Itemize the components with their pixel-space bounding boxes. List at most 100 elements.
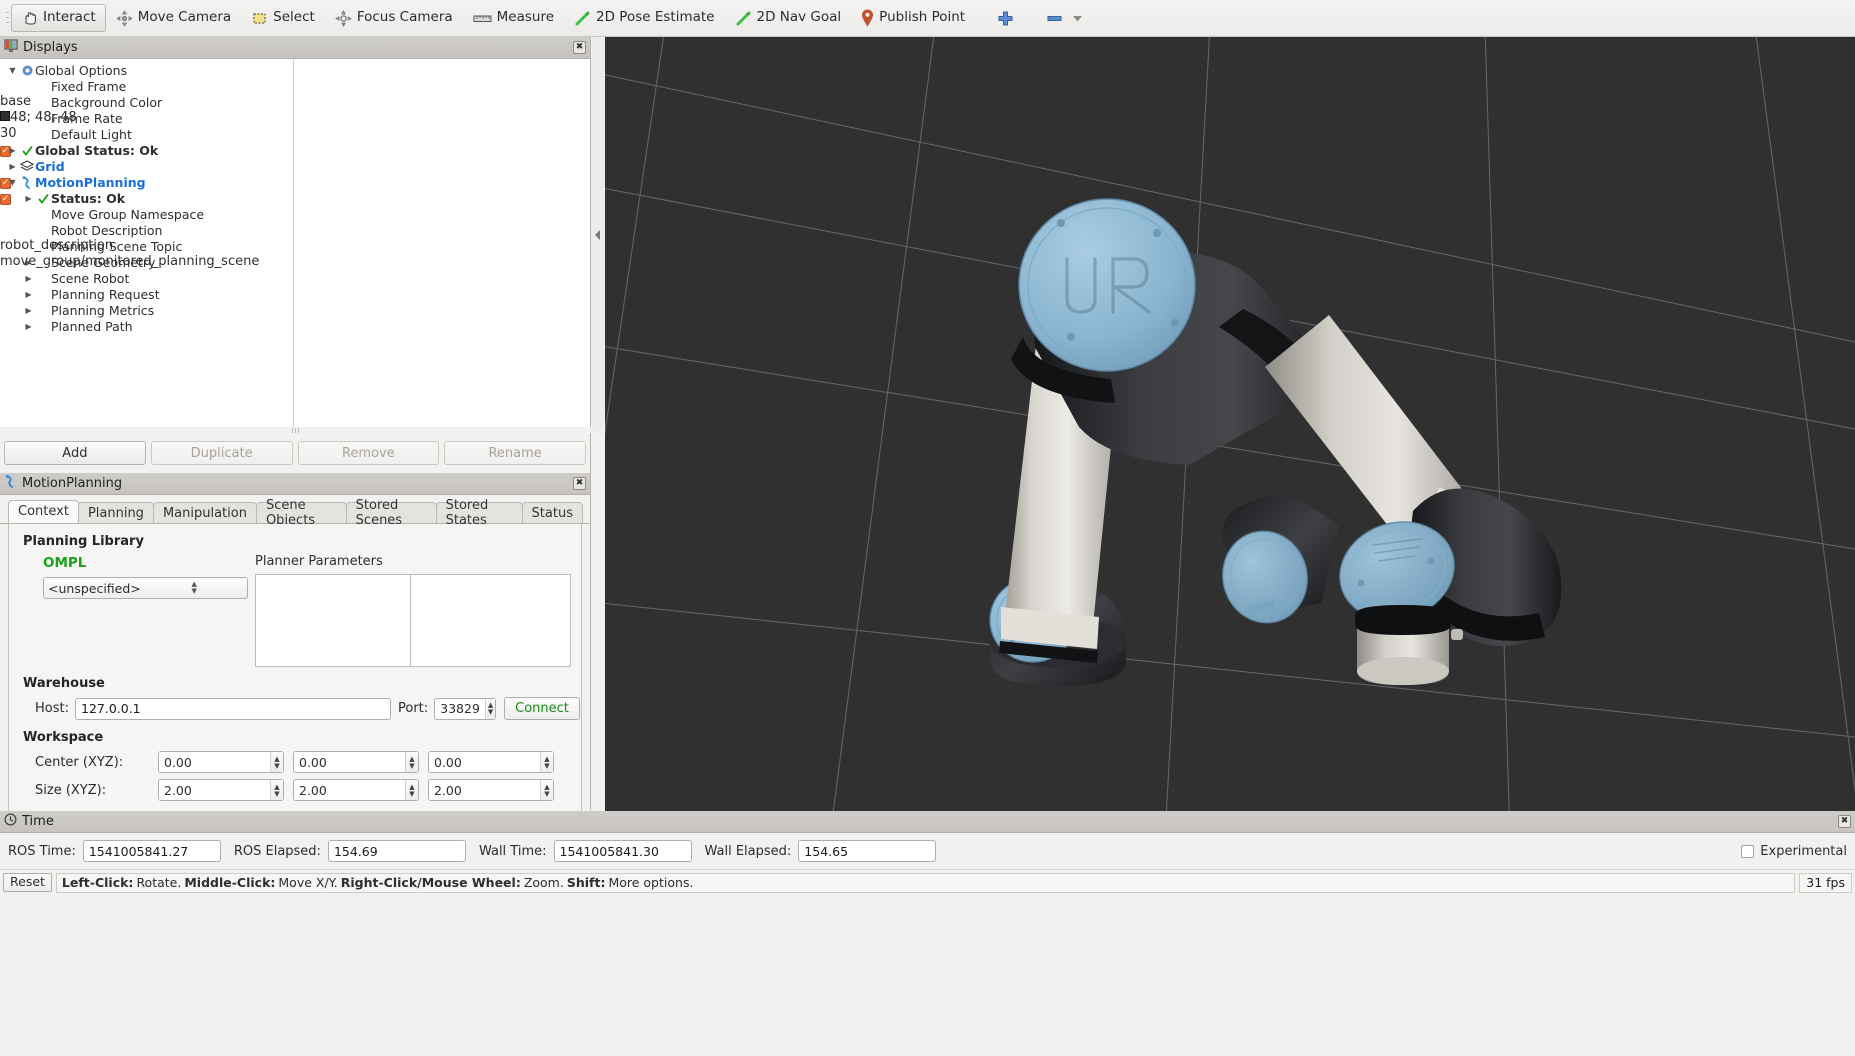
tool-move-camera[interactable]: Move Camera <box>106 4 241 32</box>
chevron-right-icon[interactable]: ▶ <box>22 258 35 267</box>
motionplanning-tabs[interactable]: Context Planning Manipulation Scene Objects… <box>0 498 590 528</box>
tool-interact[interactable]: Interact <box>11 4 106 32</box>
wall-elapsed-input[interactable]: 154.65 <box>798 840 937 862</box>
ros-elapsed-input[interactable]: 154.69 <box>327 840 466 862</box>
experimental-toggle[interactable]: Experimental <box>1741 844 1847 859</box>
close-icon[interactable]: ✖ <box>1838 815 1851 828</box>
size-z-input[interactable]: 2.00 ▲ ▼ <box>428 779 554 801</box>
port-input[interactable]: 33829 ▲ ▼ <box>434 697 497 720</box>
planner-select-spinner[interactable]: ▲ ▼ <box>146 581 244 595</box>
chevron-right-icon[interactable]: ▶ <box>22 290 35 299</box>
center-z-spinner[interactable]: ▲ ▼ <box>540 752 553 772</box>
status-hint-part: Right-Click/Mouse Wheel: <box>340 875 521 890</box>
chevron-right-icon[interactable]: ▶ <box>22 306 35 315</box>
planning-library-heading: Planning Library <box>23 534 144 549</box>
tool-publish-point[interactable]: Publish Point <box>851 4 975 32</box>
remove-tool-button[interactable] <box>1036 4 1093 32</box>
display-tree-row[interactable]: ▶ Grid <box>0 158 590 174</box>
port-spinner[interactable]: ▲ ▼ <box>484 698 496 719</box>
status-hint-part: More options. <box>608 875 694 890</box>
tool-select[interactable]: Select <box>241 4 325 32</box>
fps-indicator: 31 fps <box>1799 872 1852 893</box>
tool-2d-nav-goal[interactable]: 2D Nav Goal <box>725 4 852 32</box>
size-z-spinner[interactable]: ▲ ▼ <box>540 780 553 800</box>
tab-manipulation[interactable]: Manipulation <box>152 502 257 523</box>
duplicate-display-button[interactable]: Duplicate <box>150 441 293 465</box>
tab-context[interactable]: Context <box>8 500 79 523</box>
add-tool-button[interactable] <box>987 4 1024 32</box>
host-label: Host: <box>35 701 69 716</box>
display-tree-row[interactable]: Default Light <box>0 126 590 142</box>
status-hint-text: Left-Click: Rotate. Middle-Click: Move X… <box>55 872 1796 893</box>
rename-display-button[interactable]: Rename <box>444 441 586 465</box>
size-x-spinner[interactable]: ▲ ▼ <box>270 780 283 800</box>
3d-viewport[interactable] <box>605 37 1855 811</box>
chevron-right-icon[interactable]: ▶ <box>22 322 35 331</box>
displays-tree[interactable]: ▼ Global Options Fixed Frame base Background… <box>0 59 590 433</box>
center-z-input[interactable]: 0.00 ▲ ▼ <box>428 751 554 773</box>
chevron-right-icon[interactable]: ▶ <box>22 274 35 283</box>
status-hint-part: Rotate. <box>136 875 182 890</box>
center-x-input[interactable]: 0.00 ▲ ▼ <box>158 751 284 773</box>
wall-time-input[interactable]: 1541005841.30 <box>553 840 692 862</box>
display-tree-row-label: Frame Rate <box>51 110 123 126</box>
gear-icon <box>19 64 35 77</box>
display-tree-row[interactable]: ▶ Planning Metrics <box>0 302 590 318</box>
close-icon[interactable]: ✖ <box>573 41 586 54</box>
display-tree-row[interactable]: Move Group Namespace <box>0 206 590 222</box>
close-icon[interactable]: ✖ <box>573 477 586 490</box>
host-input[interactable]: 127.0.0.1 <box>75 697 391 720</box>
ros-time-input[interactable]: 1541005841.27 <box>82 840 221 862</box>
size-y-spinner[interactable]: ▲ ▼ <box>405 780 418 800</box>
tab-scene-objects[interactable]: Scene Objects <box>255 498 347 528</box>
connect-button[interactable]: Connect <box>504 697 580 720</box>
planner-select[interactable]: <unspecified> ▲ ▼ <box>43 577 248 599</box>
display-tree-row[interactable]: Frame Rate <box>0 110 590 126</box>
reset-button[interactable]: Reset <box>3 873 52 892</box>
size-y-input[interactable]: 2.00 ▲ ▼ <box>293 779 419 801</box>
toolbar-drag-handle[interactable] <box>4 5 11 31</box>
time-panel-title: Time <box>22 814 54 829</box>
time-fields-row: ROS Time: 1541005841.27 ROS Elapsed: 154… <box>0 833 1855 862</box>
display-tree-row[interactable]: ▼ Global Options <box>0 62 590 78</box>
tool-2d-pose-estimate[interactable]: 2D Pose Estimate <box>564 4 724 32</box>
add-display-button[interactable]: Add <box>4 441 146 465</box>
tool-measure[interactable]: Measure <box>463 4 564 32</box>
size-label: Size (XYZ): <box>35 782 107 798</box>
tab-stored-states[interactable]: Stored States <box>435 498 523 528</box>
display-tree-row[interactable]: ▶ Global Status: Ok <box>0 142 590 158</box>
chevron-down-icon[interactable]: ▼ <box>6 178 19 187</box>
display-tree-row[interactable]: ▶ Status: Ok <box>0 190 590 206</box>
displays-collapse-handle[interactable] <box>592 37 604 433</box>
display-tree-row[interactable]: Robot Description <box>0 222 590 238</box>
center-y-spinner[interactable]: ▲ ▼ <box>405 752 418 772</box>
chevron-right-icon[interactable]: ▶ <box>6 146 19 155</box>
chevron-right-icon[interactable]: ▶ <box>22 194 35 203</box>
center-y-input[interactable]: 0.00 ▲ ▼ <box>293 751 419 773</box>
display-tree-row[interactable]: ▼ MotionPlanning <box>0 174 590 190</box>
display-tree-row[interactable]: ▶ Planning Request <box>0 286 590 302</box>
context-tab-content: Planning Library OMPL <unspecified> ▲ ▼ P… <box>8 524 582 816</box>
tab-status[interactable]: Status <box>521 502 583 523</box>
check-icon <box>35 192 51 205</box>
size-x-value: 2.00 <box>164 782 192 798</box>
remove-display-button[interactable]: Remove <box>297 441 440 465</box>
display-tree-row[interactable]: ▶ Planned Path <box>0 318 590 334</box>
display-tree-row[interactable]: Planning Scene Topic <box>0 238 590 254</box>
center-x-spinner[interactable]: ▲ ▼ <box>270 752 283 772</box>
display-tree-row[interactable]: ▶ Scene Robot <box>0 270 590 286</box>
display-tree-row[interactable]: ▶ Scene Geometry <box>0 254 590 270</box>
display-tree-row-label: Scene Robot <box>51 270 130 286</box>
display-tree-row[interactable]: Background Color <box>0 94 590 110</box>
display-tree-row[interactable]: Fixed Frame <box>0 78 590 94</box>
chevron-right-icon[interactable]: ▶ <box>6 162 19 171</box>
planner-parameters-table[interactable] <box>255 574 571 667</box>
experimental-checkbox[interactable] <box>1741 844 1755 858</box>
chevron-down-icon[interactable] <box>1072 14 1083 23</box>
display-tree-row-label: MotionPlanning <box>35 174 146 190</box>
tool-focus-camera[interactable]: Focus Camera <box>325 4 463 32</box>
tab-planning[interactable]: Planning <box>77 502 154 523</box>
size-x-input[interactable]: 2.00 ▲ ▼ <box>158 779 284 801</box>
chevron-down-icon[interactable]: ▼ <box>6 66 19 75</box>
tab-stored-scenes[interactable]: Stored Scenes <box>345 498 437 528</box>
